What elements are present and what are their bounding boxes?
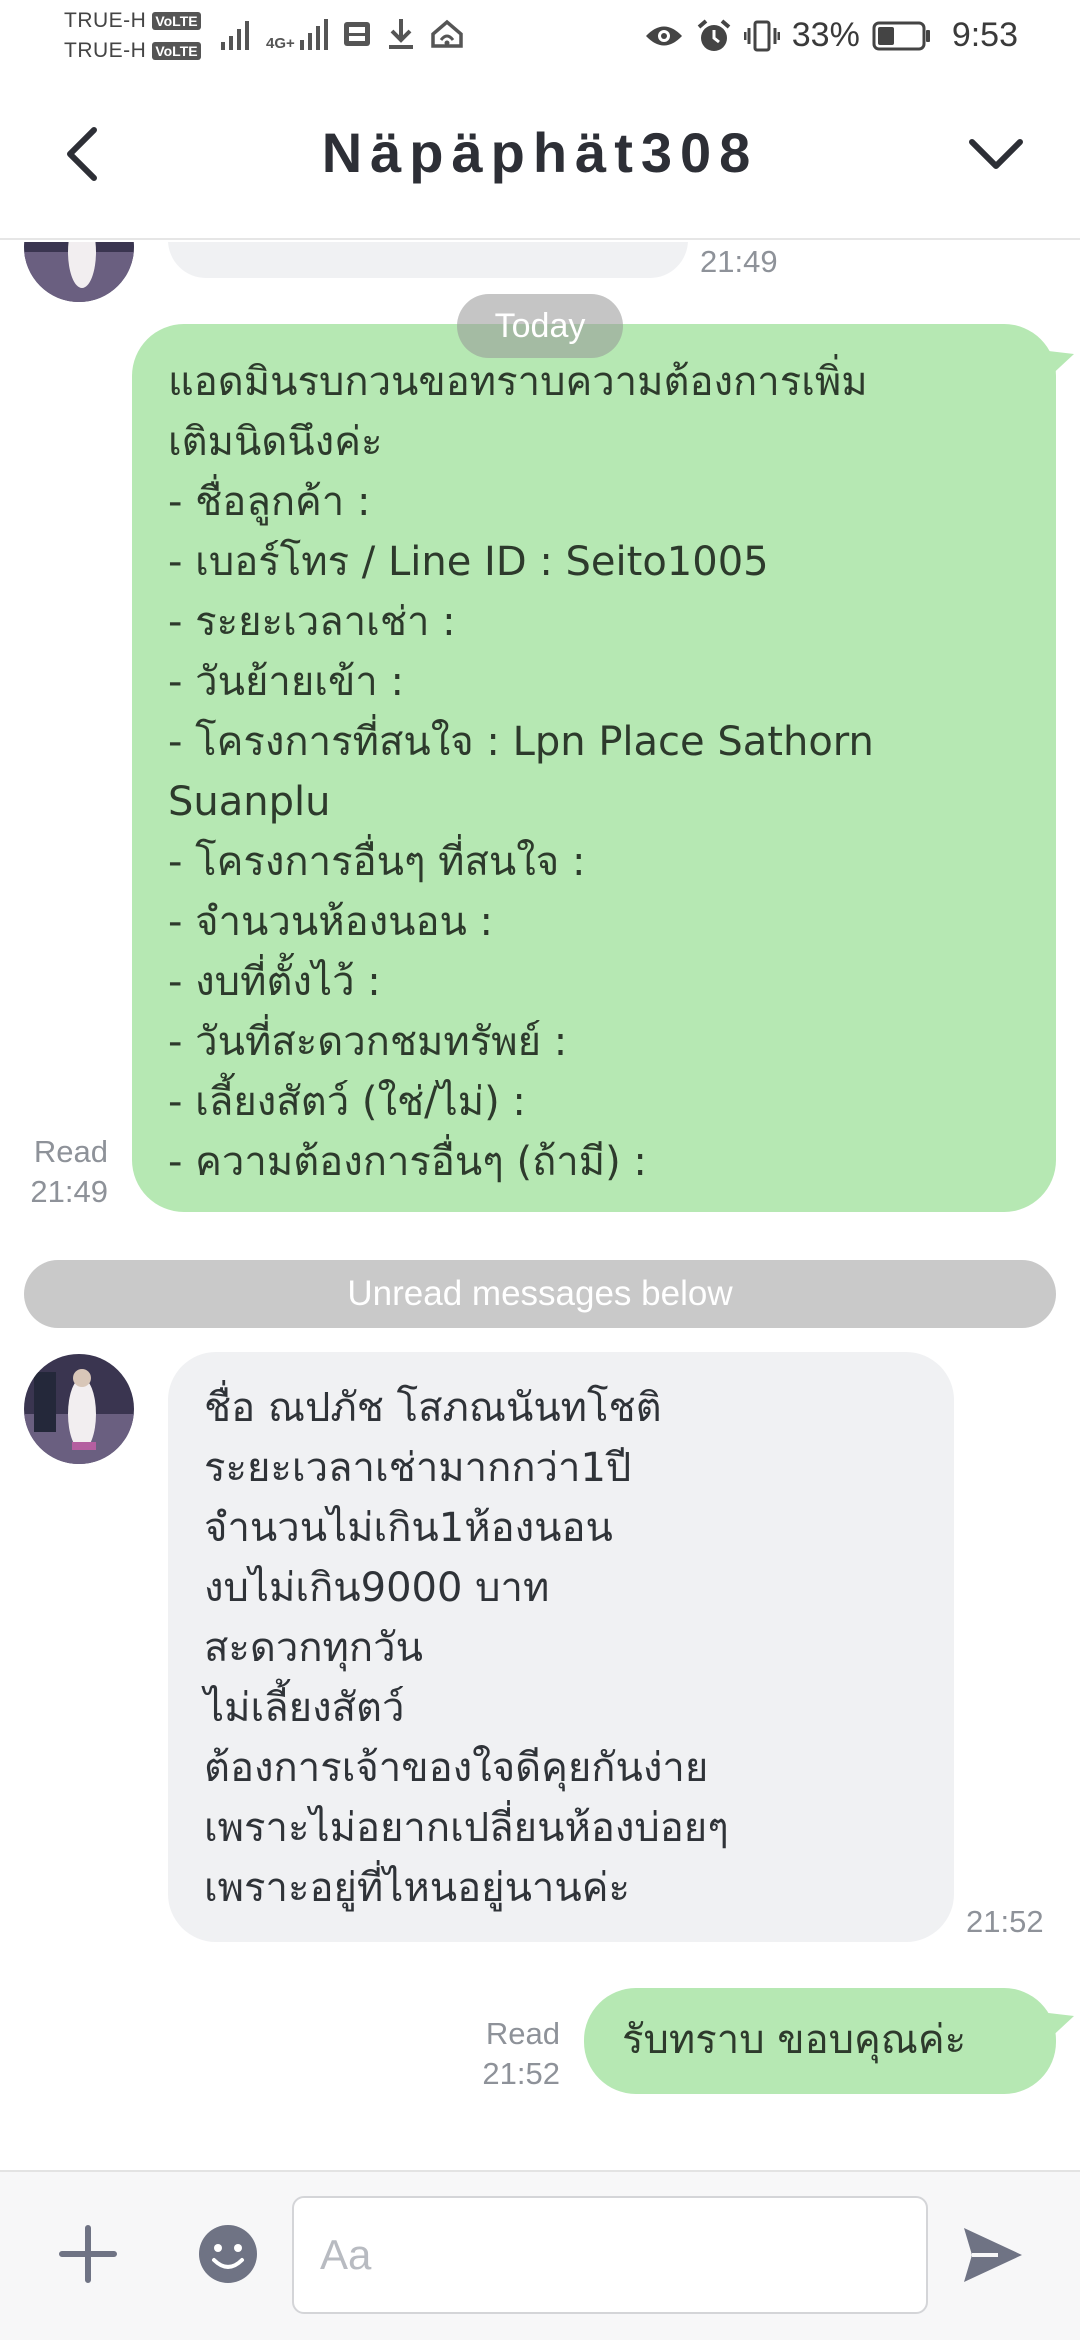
status-icons-right: 33% 9:53 <box>644 16 1018 55</box>
message-input-bar <box>0 2170 1080 2340</box>
eye-icon <box>645 26 682 45</box>
read-label: Read <box>485 2016 560 2051</box>
unread-divider: Unread messages below <box>24 1260 1056 1328</box>
battery-percent: 33% <box>791 16 860 54</box>
message-line: สะดวกทุกวัน <box>204 1625 423 1671</box>
message-bubble-outgoing[interactable]: แอดมินรบกวนขอทราบความต้องการเพิ่ม เติมนิ… <box>132 324 1056 1212</box>
volte-badge: VoLTE <box>152 12 201 30</box>
message-time: 21:52 <box>966 1904 1044 1939</box>
message-line: เติมนิดนึงค่ะ <box>168 419 383 465</box>
carrier-info: TRUE-H VoLTE TRUE-H VoLTE <box>64 6 201 66</box>
message-line: - ระยะเวลาเช่า : <box>168 599 456 645</box>
message-line: - โครงการที่สนใจ : Lpn Place Sathorn <box>168 719 874 765</box>
signal-4g-icon: 4G+ <box>266 16 329 52</box>
message-line: เพราะอยู่ที่ไหนอยู่นานค่ะ <box>204 1865 630 1911</box>
read-label: Read <box>33 1134 108 1169</box>
message-line: - งบที่ตั้งไว้ : <box>168 959 381 1005</box>
message-line: ระยะเวลาเช่ามากกว่า1ปี <box>204 1445 632 1491</box>
status-time: 9:53 <box>951 16 1018 54</box>
signal-icon <box>221 21 249 50</box>
read-receipt: Read 21:52 <box>460 2014 560 2094</box>
message-line: ไม่เลี้ยงสัตว์ <box>204 1685 405 1731</box>
attach-button[interactable] <box>56 2222 120 2286</box>
date-separator: Today <box>457 294 623 358</box>
chat-header: Näpäphät308 <box>0 76 1080 240</box>
avatar[interactable] <box>24 242 134 302</box>
avatar[interactable] <box>24 1354 134 1464</box>
chat-title: Näpäphät308 <box>321 121 759 184</box>
battery-icon <box>872 21 930 50</box>
send-button[interactable] <box>958 2220 1028 2290</box>
avatar-photo <box>24 242 134 302</box>
message-line: - วันย้ายเข้า : <box>168 659 404 705</box>
plus-icon <box>59 2225 117 2283</box>
send-icon <box>964 2228 1022 2282</box>
message-line: - เบอร์โทร / Line ID : Seito1005 <box>168 539 769 585</box>
emoji-icon <box>199 2225 257 2283</box>
message-text: รับทราบ ขอบคุณค่ะ <box>622 2017 967 2063</box>
bubble-tail <box>1040 350 1074 380</box>
message-line: งบไม่เกิน9000 บาท <box>204 1565 550 1611</box>
message-line: - ความต้องการอื่นๆ (ถ้ามี) : <box>168 1139 647 1185</box>
message-line: - โครงการอื่นๆ ที่สนใจ : <box>168 839 586 885</box>
message-line: Suanplu <box>168 779 331 825</box>
carrier-name-1: TRUE-H <box>64 9 147 32</box>
message-bubble-outgoing[interactable]: รับทราบ ขอบคุณค่ะ <box>584 1988 1056 2094</box>
message-input[interactable] <box>292 2196 928 2314</box>
carrier-name-2: TRUE-H <box>64 39 147 62</box>
wifi-hotspot-icon <box>431 19 463 48</box>
avatar-photo <box>24 1354 134 1464</box>
message-line: - วันที่สะดวกชมทรัพย์ : <box>168 1019 568 1065</box>
message-line: แอดมินรบกวนขอทราบความต้องการเพิ่ม <box>168 359 868 405</box>
message-list[interactable]: 21:49 แอดมินรบกวนขอทราบความต้องการเพิ่ม … <box>0 242 1080 2172</box>
alarm-icon <box>697 18 731 51</box>
emoji-button[interactable] <box>196 2222 260 2286</box>
message-time: 21:49 <box>30 1174 108 1209</box>
message-line: ชื่อ ณปภัช โสภณนันทโชติ <box>204 1385 662 1431</box>
status-icons-left: 4G+ <box>220 16 465 52</box>
message-bubble-incoming[interactable] <box>168 242 688 278</box>
collapse-menu-button[interactable] <box>956 118 1036 190</box>
message-line: จำนวนไม่เกิน1ห้องนอน <box>204 1505 613 1551</box>
message-line: ต้องการเจ้าของใจดีคุยกันง่าย <box>204 1745 709 1791</box>
read-receipt: Read 21:49 <box>10 1132 108 1212</box>
vibrate-icon <box>743 20 780 51</box>
message-time: 21:49 <box>700 244 778 279</box>
volte-badge: VoLTE <box>152 42 201 60</box>
message-line: - เลี้ยงสัตว์ (ใช่/ไม่) : <box>168 1079 526 1125</box>
data-saver-icon <box>343 22 370 46</box>
message-line: เพราะไม่อยากเปลี่ยนห้องบ่อยๆ <box>204 1805 729 1851</box>
message-line: - ชื่อลูกค้า : <box>168 479 371 525</box>
message-time: 21:52 <box>482 2056 560 2091</box>
chevron-down-icon <box>969 139 1023 169</box>
status-bar: TRUE-H VoLTE TRUE-H VoLTE 4G+ 33% 9:53 <box>0 0 1080 76</box>
bubble-tail <box>1040 2012 1074 2042</box>
message-bubble-incoming[interactable]: ชื่อ ณปภัช โสภณนันทโชติ ระยะเวลาเช่ามากก… <box>168 1352 954 1942</box>
download-icon <box>388 19 413 49</box>
message-line: - จำนวนห้องนอน : <box>168 899 494 945</box>
network-type: 4G+ <box>266 35 295 52</box>
